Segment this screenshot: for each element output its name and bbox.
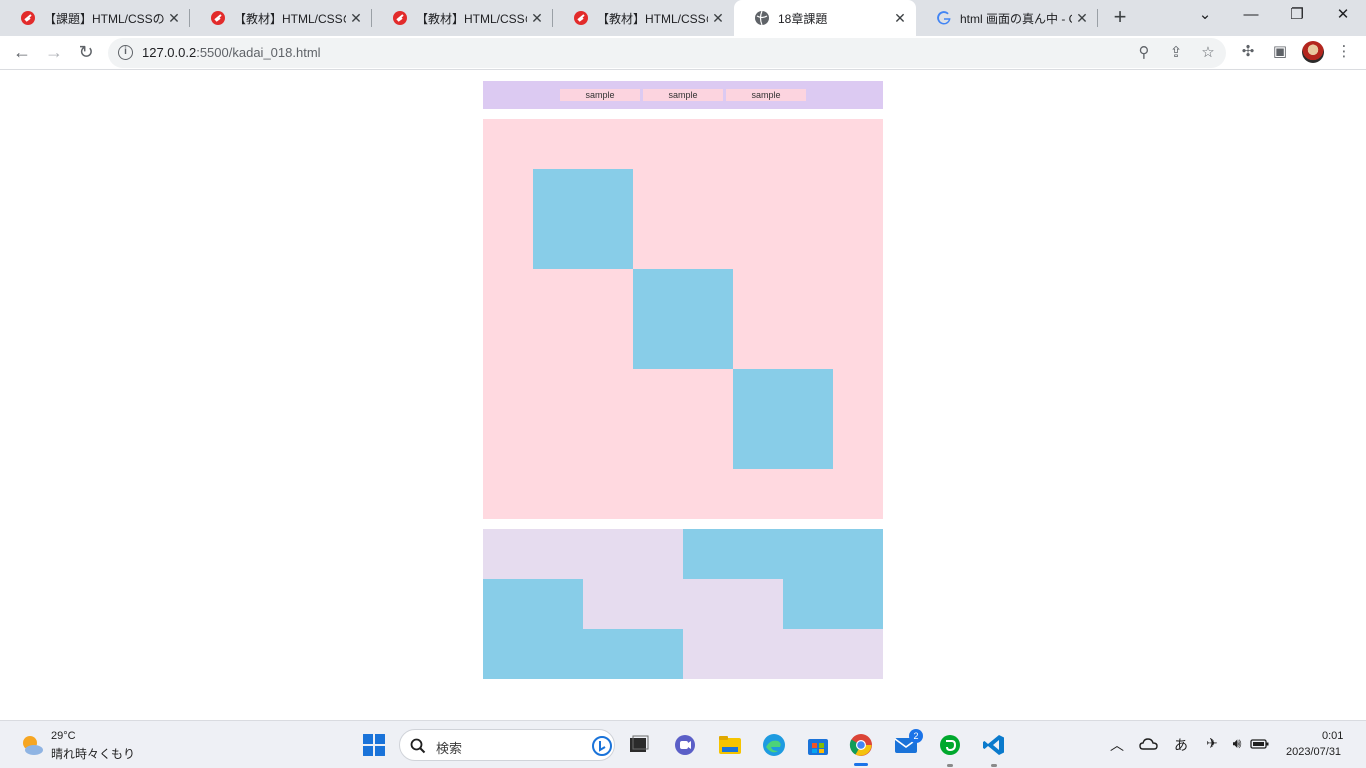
tab-18sho-kadai[interactable]: 18章課題 ✕ [734,0,916,36]
bookmark-star-icon[interactable]: ☆ [1198,44,1218,64]
tab-title: 【課題】HTML/CSSの基礎 [44,11,164,26]
search-label: 検索 [436,741,463,756]
mail-badge: 2 [909,729,923,743]
blue-block-top-right [683,529,883,579]
close-icon[interactable]: ✕ [164,10,184,27]
battery-icon[interactable] [1250,737,1270,751]
extensions-puzzle-icon[interactable]: ✣ [1237,41,1259,63]
ime-indicator[interactable]: あ [1171,735,1191,755]
taskbar-search-box[interactable]: 検索 [399,729,615,761]
red-swirl-icon [211,11,225,25]
edge-icon[interactable] [762,733,786,757]
blue-box-1 [533,169,633,269]
globe-icon [755,10,769,26]
onedrive-cloud-icon[interactable] [1139,736,1159,752]
browser-toolbar: ← → ↻ i 127.0.0.2:5500/kadai_018.html ⚲ … [0,36,1366,70]
restore-icon[interactable]: ❐ [1274,0,1320,32]
address-bar[interactable]: i 127.0.0.2:5500/kadai_018.html ⚲ ⇪ ☆ [108,38,1226,68]
page-header: sample sample sample [483,81,883,109]
close-icon[interactable]: ✕ [1072,10,1092,27]
profile-avatar[interactable] [1302,41,1324,63]
red-swirl-icon [393,11,407,25]
blue-block-middle-left [483,579,583,629]
url-host: 127.0.0.2 [142,45,197,60]
url-text[interactable]: 127.0.0.2:5500/kadai_018.html [142,45,321,60]
forward-arrow-icon[interactable]: → [42,41,66,65]
tab-title: 【教材】HTML/CSSの基礎 [597,11,708,26]
red-swirl-icon [21,11,35,25]
tab-title: 18章課題 [778,11,828,26]
blue-block-middle-right [783,579,883,629]
tab-google-search[interactable]: html 画面の真ん中 - Google ✕ [916,0,1098,36]
back-arrow-icon[interactable]: ← [10,41,34,65]
footer-area [483,529,883,679]
weather-condition[interactable]: 晴れ時々くもり [51,745,135,762]
clock-date[interactable]: 2023/07/31 [1286,746,1341,758]
windows-start-icon[interactable] [362,733,386,757]
search-icon [410,738,426,754]
tab-kyozai-1[interactable]: 【教材】HTML/CSSの基礎 ✕ [190,0,372,36]
partly-cloudy-icon[interactable] [20,733,44,757]
show-hidden-icons-chevron-icon[interactable]: ︿ [1107,735,1127,755]
blue-box-2 [633,269,733,369]
bing-icon[interactable] [592,736,612,756]
file-explorer-icon[interactable] [718,733,742,757]
share-icon[interactable]: ⇪ [1166,44,1186,64]
weather-temperature[interactable]: 29°C [51,730,76,742]
blue-block-bottom-left [483,629,683,679]
task-view-icon[interactable] [627,733,651,757]
minimize-icon[interactable]: — [1228,0,1274,32]
close-icon[interactable]: ✕ [708,10,728,27]
red-swirl-icon [574,11,588,25]
evernote-running-indicator [947,764,953,767]
nav-item-sample-1[interactable]: sample [560,89,640,101]
url-path: :5500/kadai_018.html [196,45,321,60]
blue-box-3 [733,369,833,469]
clock-time[interactable]: 0:01 [1322,730,1343,742]
vscode-icon[interactable] [982,733,1006,757]
tab-title: 【教材】HTML/CSSの基礎 [416,11,527,26]
menu-kebab-icon[interactable]: ⋮ [1333,41,1355,63]
nav-item-sample-3[interactable]: sample [726,89,806,101]
close-icon[interactable]: ✕ [346,10,366,27]
airplane-mode-icon[interactable]: ✈ [1202,735,1222,752]
teams-chat-icon[interactable] [673,733,697,757]
nav-item-sample-2[interactable]: sample [643,89,723,101]
tab-kyozai-2[interactable]: 【教材】HTML/CSSの基礎 ✕ [372,0,553,36]
tab-kyozai-3[interactable]: 【教材】HTML/CSSの基礎 ✕ [553,0,734,36]
evernote-icon[interactable] [938,733,962,757]
close-window-icon[interactable]: ✕ [1320,0,1366,32]
chrome-active-indicator [854,763,868,766]
tab-kadai[interactable]: 【課題】HTML/CSSの基礎 ✕ [0,0,190,36]
reload-icon[interactable]: ↻ [74,41,98,65]
tab-strip: 【課題】HTML/CSSの基礎 ✕ 【教材】HTML/CSSの基礎 ✕ 【教材】… [0,0,1366,36]
volume-icon[interactable]: 🔊︎ [1227,735,1247,752]
main-area [483,119,883,519]
taskbar: 29°C 晴れ時々くもり 検索 2 ︿ あ ✈ 🔊︎ 0:01 2023/07/… [0,720,1366,768]
close-icon[interactable]: ✕ [890,10,910,27]
tab-title: html 画面の真ん中 - Google [960,11,1072,26]
google-g-icon [937,11,951,25]
tab-search-chevron-icon[interactable]: ⌄ [1182,0,1228,32]
close-icon[interactable]: ✕ [527,10,547,27]
vscode-running-indicator [991,764,997,767]
new-tab-plus-icon[interactable]: + [1108,6,1132,30]
chrome-icon[interactable] [849,733,873,757]
zoom-icon[interactable]: ⚲ [1134,44,1154,64]
site-info-icon[interactable]: i [118,45,133,60]
tab-title: 【教材】HTML/CSSの基礎 [234,11,346,26]
microsoft-store-icon[interactable] [806,733,830,757]
side-panel-icon[interactable]: ▣ [1269,41,1291,63]
